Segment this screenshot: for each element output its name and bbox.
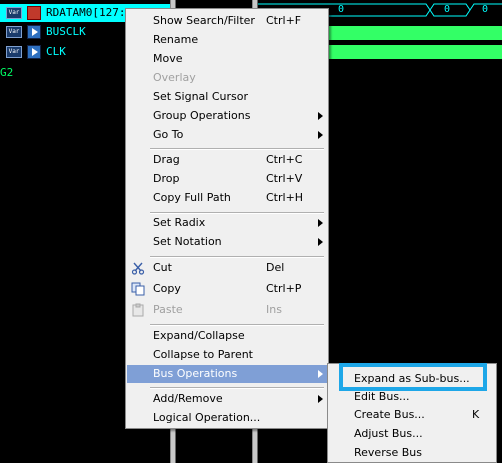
menu-item-go-to[interactable]: Go To <box>127 126 327 144</box>
bus-value-label: 0 <box>482 4 489 15</box>
submenu-item-create-bus[interactable]: Create Bus... K <box>328 406 496 424</box>
menu-item-shortcut: K <box>472 408 480 421</box>
menu-item-drop[interactable]: Drop Ctrl+V <box>127 170 327 188</box>
bus-icon <box>27 6 41 20</box>
menu-item-set-notation[interactable]: Set Notation <box>127 233 327 251</box>
menu-item-label: Overlay <box>153 71 196 84</box>
bus-value-label: 0 <box>444 4 451 15</box>
var-badge-icon: Var <box>6 7 22 19</box>
submenu-arrow-icon <box>318 131 323 139</box>
submenu-arrow-icon <box>318 112 323 120</box>
var-badge-icon: Var <box>6 46 22 58</box>
submenu-arrow-icon <box>318 219 323 227</box>
menu-separator <box>150 256 324 258</box>
menu-item-drag[interactable]: Drag Ctrl+C <box>127 151 327 169</box>
var-badge-icon: Var <box>6 26 22 38</box>
menu-item-shortcut: Ctrl+P <box>266 282 302 295</box>
signal-name: BUSCLK <box>46 25 86 38</box>
menu-item-label: Bus Operations <box>153 367 238 380</box>
menu-item-label: Group Operations <box>153 109 251 122</box>
menu-item-label: Set Notation <box>153 235 222 248</box>
menu-item-label: Reverse Bus <box>354 446 422 459</box>
menu-item-set-radix[interactable]: Set Radix <box>127 214 327 232</box>
menu-item-logical-operation[interactable]: Logical Operation... <box>127 409 327 427</box>
menu-item-paste: Paste Ins <box>127 301 327 319</box>
callout-highlight-box <box>339 363 487 391</box>
menu-item-show-search[interactable]: Show Search/Filter Ctrl+F <box>127 12 327 30</box>
signal-name: CLK <box>46 45 66 58</box>
submenu-arrow-icon <box>318 238 323 246</box>
menu-item-label: Cut <box>153 261 172 274</box>
menu-item-shortcut: Ins <box>266 303 282 316</box>
menu-item-label: Drop <box>153 172 180 185</box>
menu-item-label: Expand/Collapse <box>153 329 245 342</box>
context-menu: Show Search/Filter Ctrl+F Rename Move Ov… <box>125 8 329 429</box>
submenu-item-adjust-bus[interactable]: Adjust Bus... <box>328 425 496 443</box>
menu-item-label: Collapse to Parent <box>153 348 253 361</box>
menu-item-group-operations[interactable]: Group Operations <box>127 107 327 125</box>
menu-separator <box>150 324 324 326</box>
menu-item-label: Add/Remove <box>153 392 223 405</box>
menu-item-label: Set Radix <box>153 216 206 229</box>
submenu-arrow-icon <box>318 370 323 378</box>
menu-item-shortcut: Ctrl+F <box>266 14 302 27</box>
menu-item-label: Rename <box>153 33 199 46</box>
menu-item-label: Show Search/Filter <box>153 14 255 27</box>
menu-separator <box>150 148 324 150</box>
menu-item-label: Move <box>153 52 183 65</box>
menu-item-shortcut: Ctrl+V <box>266 172 303 185</box>
menu-item-label: Copy <box>153 282 181 295</box>
scissors-icon <box>131 262 145 275</box>
clock-icon <box>27 25 41 39</box>
menu-item-add-remove[interactable]: Add/Remove <box>127 390 327 408</box>
menu-item-rename[interactable]: Rename <box>127 31 327 49</box>
copy-icon <box>131 282 145 296</box>
menu-item-overlay: Overlay <box>127 69 327 87</box>
menu-item-move[interactable]: Move <box>127 50 327 68</box>
menu-item-shortcut: Ctrl+H <box>266 191 304 204</box>
menu-item-collapse-to-parent[interactable]: Collapse to Parent <box>127 346 327 364</box>
menu-item-label: Copy Full Path <box>153 191 231 204</box>
menu-item-label: Create Bus... <box>354 408 425 421</box>
menu-item-shortcut: Ctrl+C <box>266 153 303 166</box>
menu-item-shortcut: Del <box>266 261 285 274</box>
paste-icon <box>132 303 144 317</box>
menu-item-set-signal-cursor[interactable]: Set Signal Cursor <box>127 88 327 106</box>
menu-item-copy-full-path[interactable]: Copy Full Path Ctrl+H <box>127 189 327 207</box>
bus-value-label: 0 <box>338 4 345 15</box>
menu-item-label: Paste <box>153 303 183 316</box>
menu-item-label: Drag <box>153 153 180 166</box>
menu-item-label: Set Signal Cursor <box>153 90 249 103</box>
stray-label: G2 <box>0 66 14 79</box>
submenu-item-reverse-bus[interactable]: Reverse Bus <box>328 444 496 462</box>
menu-item-copy[interactable]: Copy Ctrl+P <box>127 280 327 298</box>
menu-item-label: Adjust Bus... <box>354 427 423 440</box>
menu-separator <box>150 387 324 389</box>
menu-item-bus-operations[interactable]: Bus Operations <box>127 365 327 383</box>
menu-item-label: Go To <box>153 128 184 141</box>
clock-icon <box>27 45 41 59</box>
menu-item-expand-collapse[interactable]: Expand/Collapse <box>127 327 327 345</box>
menu-item-label: Logical Operation... <box>153 411 261 424</box>
menu-item-cut[interactable]: Cut Del <box>127 259 327 277</box>
submenu-arrow-icon <box>318 395 323 403</box>
